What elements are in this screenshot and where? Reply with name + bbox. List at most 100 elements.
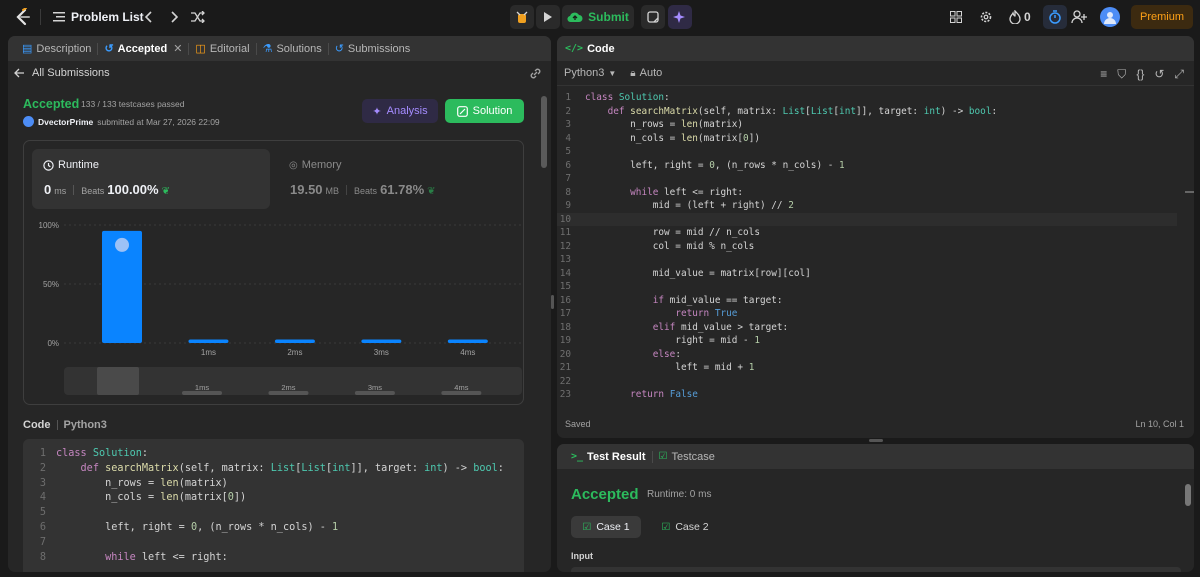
format-icon[interactable]: ≡ (1100, 67, 1107, 82)
braces-icon[interactable]: {} (1136, 67, 1144, 82)
code-line: 18 elif mid_value > target: (557, 321, 1177, 335)
case-1-button[interactable]: ☑ Case 1 (571, 516, 641, 538)
performance-card: Runtime 0 ms Beats 100.00% ❦ ◎ Memory 19… (23, 140, 524, 405)
code-text: row = mid // n_cols (585, 227, 760, 238)
tab-submissions[interactable]: ↺ Submissions (329, 36, 417, 61)
code-text: class Solution: (585, 92, 670, 103)
user-avatar[interactable] (23, 116, 34, 127)
settings-gear-icon[interactable] (978, 9, 994, 25)
debug-icon[interactable] (510, 5, 534, 29)
tab-editorial[interactable]: ◫ Editorial (189, 36, 255, 61)
scrollbar-thumb[interactable] (541, 96, 547, 168)
problem-list-link[interactable]: Problem List (71, 10, 144, 24)
solution-button[interactable]: Solution (445, 99, 524, 123)
code-section-header: Code Python3 (23, 419, 107, 431)
tab-test-result[interactable]: >_ Test Result (565, 444, 652, 469)
case-2-button[interactable]: ☑ Case 2 (653, 516, 717, 538)
line-number: 22 (559, 375, 571, 387)
code-text: left = mid + 1 (585, 362, 755, 373)
code-line: 8 while left <= right: (23, 551, 523, 566)
ai-sparkle-icon[interactable] (668, 5, 692, 29)
link-icon[interactable] (529, 67, 542, 85)
mini-tick-label: 1ms (195, 383, 209, 392)
bookmark-icon[interactable]: ⛉ (1117, 67, 1126, 82)
line-number: 8 (565, 186, 571, 198)
line-number: 1 (39, 448, 46, 459)
code-line: 16 if mid_value == target: (557, 294, 1177, 308)
horizontal-splitter[interactable] (869, 439, 883, 442)
analysis-button[interactable]: ✦ Analysis (362, 99, 438, 123)
code-label: Code (23, 419, 51, 431)
tab-accepted-label: Accepted (117, 42, 168, 55)
leetcode-logo[interactable] (14, 8, 32, 26)
submit-label: Submit (588, 10, 629, 24)
line-number: 18 (559, 321, 571, 333)
submit-button[interactable]: Submit (562, 5, 634, 29)
line-number: 16 (559, 294, 571, 306)
tab-testcase[interactable]: ☑ Testcase (653, 444, 721, 469)
y-tick-label: 0% (47, 339, 59, 348)
x-tick-label: 2ms (287, 348, 302, 357)
code-text: left, right = 0, (n_rows * n_cols) - 1 (56, 521, 339, 533)
avatar[interactable] (1100, 7, 1120, 27)
bar-2ms[interactable] (274, 339, 315, 343)
reset-icon[interactable]: ↺ (1154, 67, 1164, 82)
auto-mode-toggle[interactable]: 🔒︎ Auto (630, 67, 662, 79)
add-friend-icon[interactable] (1071, 9, 1087, 25)
code-line: 6 left, right = 0, (n_rows * n_cols) - 1 (557, 159, 1177, 173)
line-number: 10 (559, 213, 571, 225)
streak-fire-icon[interactable] (1008, 9, 1022, 25)
result-tab-bar: >_ Test Result ☑ Testcase (557, 444, 1194, 469)
shuffle-icon[interactable] (190, 9, 206, 25)
chevron-right-icon[interactable] (167, 9, 181, 25)
sparkle-icon: ✦ (372, 105, 382, 118)
left-scrollbar[interactable] (541, 96, 547, 566)
left-panel: ▤ Description ↺ Accepted ✕ ◫ Editorial ⚗… (8, 36, 551, 572)
tab-description[interactable]: ▤ Description (16, 36, 97, 61)
layout-grid-icon[interactable] (949, 10, 963, 24)
history-icon: ↺ (104, 43, 114, 55)
expand-icon[interactable]: ⤢ (1174, 67, 1184, 82)
book-icon: ◫ (195, 43, 206, 55)
vertical-splitter[interactable] (551, 295, 554, 309)
edit-icon (456, 105, 468, 117)
analysis-label: Analysis (386, 105, 428, 117)
checkbox-icon: ☑ (658, 451, 668, 462)
submitter-name[interactable]: DvectorPrime (38, 117, 93, 127)
result-scrollbar-thumb[interactable] (1185, 484, 1191, 506)
code-line: 3 n_rows = len(matrix) (23, 477, 523, 492)
timer-icon[interactable] (1043, 5, 1067, 29)
chart-range-scrubber[interactable]: 1ms 2ms 3ms 4ms (64, 367, 522, 395)
code-line: 22 (557, 375, 1177, 389)
line-number: 2 (39, 462, 46, 474)
tab-accepted[interactable]: ↺ Accepted ✕ (98, 36, 188, 61)
back-to-submissions[interactable]: All Submissions (14, 67, 110, 79)
x-tick-label: 4ms (460, 348, 475, 357)
testcases-passed: 133 / 133 testcases passed (81, 99, 185, 109)
chevron-left-icon[interactable] (142, 9, 156, 25)
line-number: 7 (565, 173, 571, 184)
premium-button[interactable]: Premium (1131, 5, 1193, 29)
language-select[interactable]: Python3 ▼ (564, 67, 616, 79)
code-text: class Solution: (56, 448, 149, 459)
list-icon[interactable] (52, 10, 66, 24)
line-number: 4 (565, 132, 571, 144)
save-status: Saved (565, 419, 591, 429)
code-text: n_cols = len(matrix[0]) (56, 492, 247, 504)
editor-code-area[interactable]: 1 class Solution: 2 def searchMatrix(self,… (557, 91, 1177, 403)
bar-1ms[interactable] (188, 339, 229, 343)
run-icon[interactable] (536, 5, 560, 29)
scrubber-mini-chart: 1ms 2ms 3ms 4ms (182, 383, 482, 395)
bar-4ms[interactable] (447, 339, 488, 343)
code-text: def searchMatrix(self, matrix: List[List… (80, 462, 504, 474)
close-icon[interactable]: ✕ (173, 42, 182, 55)
notes-icon[interactable] (641, 5, 665, 29)
tab-code[interactable]: </> Code (565, 36, 615, 61)
bar-3ms[interactable] (361, 339, 402, 343)
line-number: 4 (39, 492, 46, 504)
code-line: 6 left, right = 0, (n_rows * n_cols) - 1 (23, 521, 523, 536)
tab-solutions[interactable]: ⚗ Solutions (257, 36, 328, 61)
